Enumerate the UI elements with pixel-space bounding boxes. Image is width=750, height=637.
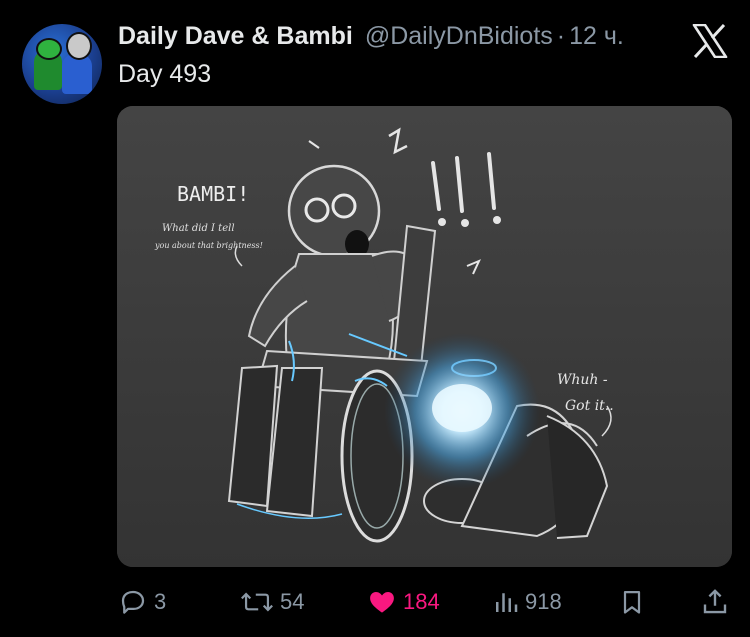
x-logo-icon[interactable] [692,24,728,58]
timestamp[interactable]: 12 ч. [569,22,624,51]
bookmark-button[interactable] [618,584,652,620]
like-count: 184 [403,589,440,614]
repost-icon [241,592,273,612]
views-button[interactable]: 918 [493,584,562,620]
tweet-header: Daily Dave & Bambi @DailyDnBidiots · 12 … [118,22,624,52]
heart-icon [370,592,394,613]
avatar-figure-right [62,54,92,94]
views-count: 918 [525,589,562,614]
scold-text-2: you about that brightness! [154,241,263,250]
avatar-head-left [36,38,62,60]
like-button[interactable]: 184 [367,584,440,620]
share-button[interactable] [700,584,736,620]
reply-text-2: Got it.. [565,398,614,414]
separator-dot: · [556,22,566,50]
reply-text-1: Whuh - [557,372,608,388]
repost-count: 54 [280,589,305,614]
scold-text-1: What did I tell [162,223,235,234]
author-name[interactable]: Daily Dave & Bambi [118,22,353,51]
author-handle[interactable]: @DailyDnBidiots [365,22,553,51]
reply-count: 3 [154,589,167,614]
avatar-head-right [66,32,92,60]
repost-button[interactable]: 54 [240,584,304,620]
reply-icon [121,590,145,614]
comic-drawing: BAMBI! What did I tell you about that br… [117,106,732,567]
views-icon [496,593,518,612]
action-bar: 3 54 184 918 [0,584,750,620]
shout-text: BAMBI! [177,182,249,206]
bookmark-icon [623,590,641,614]
share-icon [703,589,727,614]
tweet-image[interactable]: BAMBI! What did I tell you about that br… [117,106,732,567]
reply-button[interactable]: 3 [118,584,166,620]
avatar[interactable] [22,24,102,104]
tweet-text: Day 493 [118,60,212,88]
